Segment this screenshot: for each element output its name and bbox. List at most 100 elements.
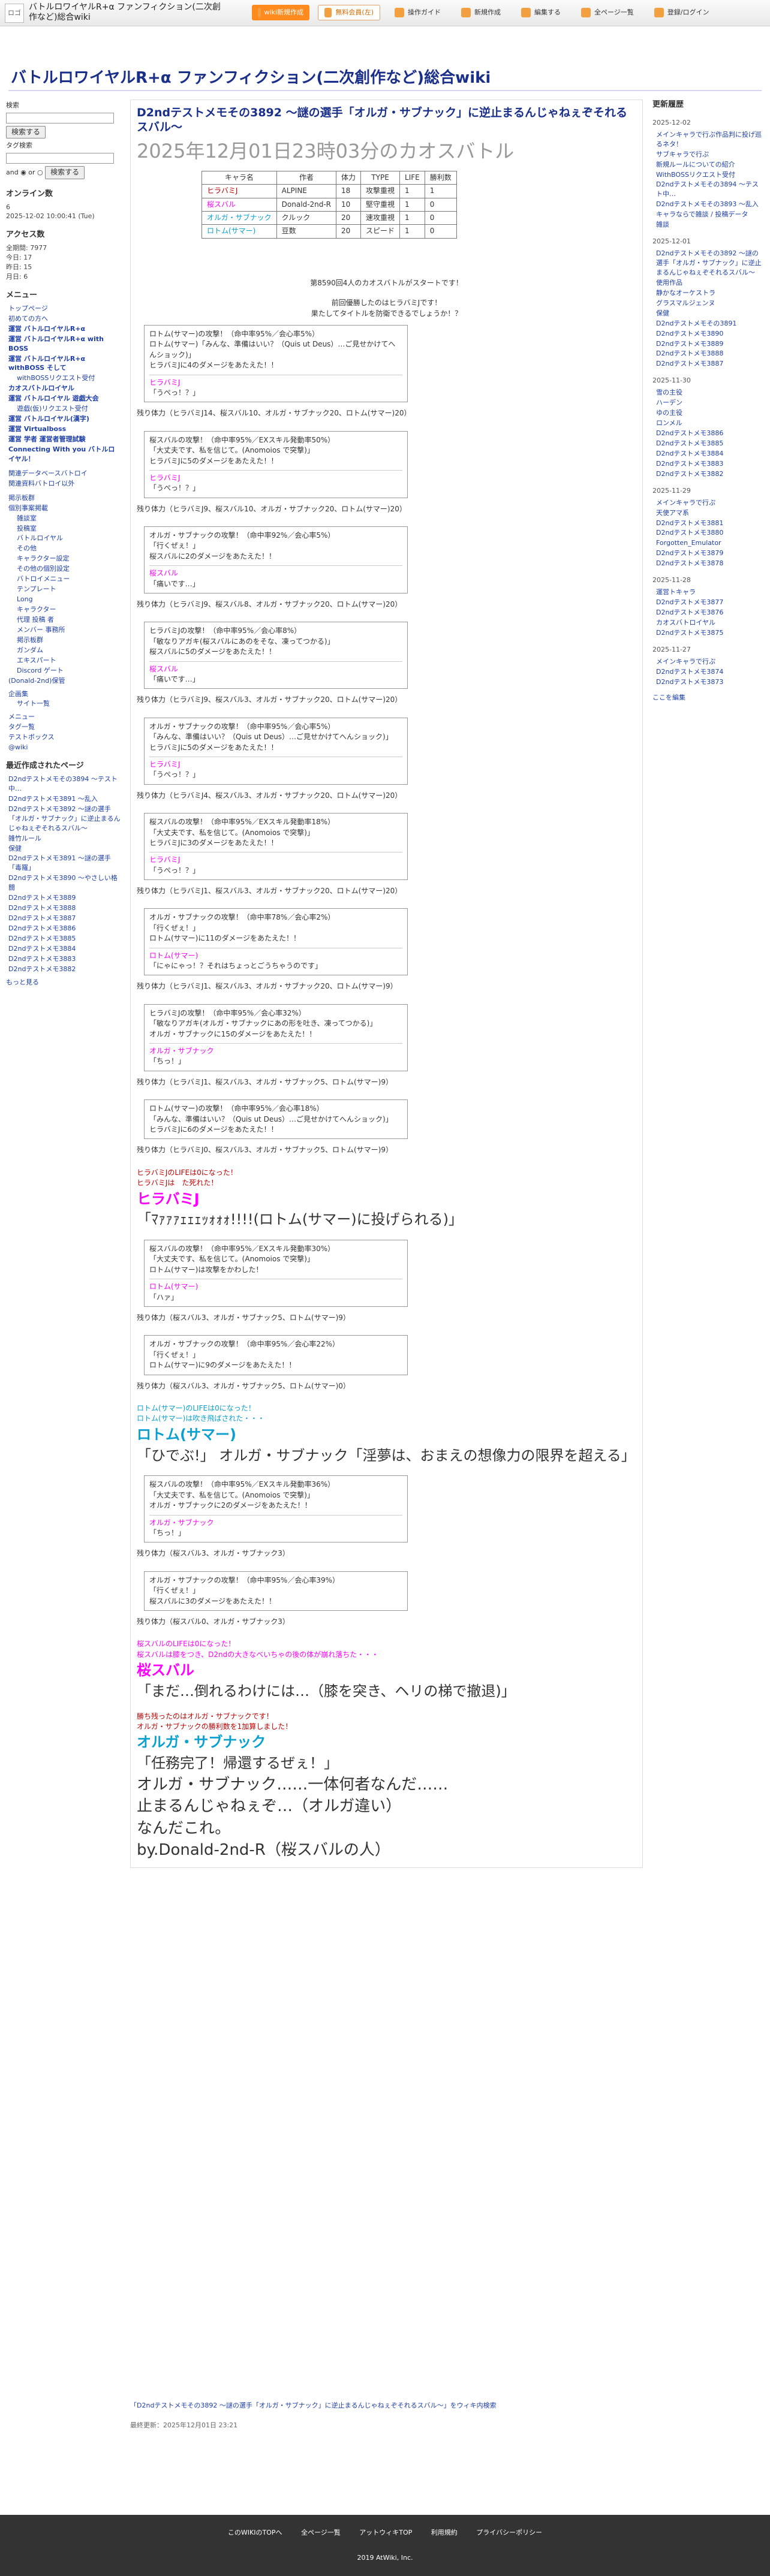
recent-item[interactable]: D2ndテストメモその3894 ～テスト中… bbox=[8, 775, 121, 794]
search-button[interactable]: 検索する bbox=[6, 125, 46, 139]
update-item[interactable]: 雑談 bbox=[656, 220, 762, 230]
footer-link[interactable]: 利用規約 bbox=[431, 2529, 458, 2536]
footer-link[interactable]: このWIKIのTOPへ bbox=[228, 2529, 282, 2536]
footer-link[interactable]: アットウィキTOP bbox=[359, 2529, 412, 2536]
recent-item[interactable]: D2ndテストメモ3887 bbox=[8, 914, 121, 923]
update-item[interactable]: ゆの主役 bbox=[656, 408, 762, 418]
update-item[interactable]: Forgotten_Emulator bbox=[656, 538, 762, 548]
tag-search-button[interactable]: 検索する bbox=[45, 166, 85, 179]
recent-item[interactable]: 保健 bbox=[8, 844, 121, 854]
footer-link[interactable]: 全ページ一覧 bbox=[301, 2529, 341, 2536]
others-item[interactable]: タグ一覧 bbox=[8, 722, 121, 732]
and-or-radio[interactable]: and ◉ or ○ bbox=[6, 168, 43, 176]
edit-here-link[interactable]: ここを編集 bbox=[652, 693, 762, 703]
menu-item[interactable]: Connecting With you バトルロイヤル！ bbox=[8, 445, 121, 464]
update-item[interactable]: 雪の主役 bbox=[656, 388, 762, 397]
more-link[interactable]: もっと見る bbox=[6, 978, 121, 987]
free-member-button[interactable]: 無料会員(左) bbox=[318, 5, 380, 20]
update-item[interactable]: 保健 bbox=[656, 309, 762, 318]
menu-item[interactable]: 運営 Virtualboss bbox=[8, 424, 121, 434]
recent-item[interactable]: D2ndテストメモ3891 ～乱入 bbox=[8, 794, 121, 804]
recent-item[interactable]: 雑竹ルール bbox=[8, 834, 121, 843]
menu-item[interactable]: 運営 バトルロイヤルR+α with BOSS bbox=[8, 335, 121, 354]
sub-menu-item[interactable]: メンバー 事務所 bbox=[17, 625, 121, 635]
sub-menu-item[interactable]: 掲示板群 bbox=[8, 493, 121, 503]
update-item[interactable]: ハーデン bbox=[656, 398, 762, 408]
update-item[interactable]: D2ndテストメモ3887 bbox=[656, 359, 762, 369]
recent-item[interactable]: D2ndテストメモ3892 ～謎の選手「オルガ・サブナック」に逆止まるんじゃねぇ… bbox=[8, 805, 121, 833]
update-item[interactable]: D2ndテストメモ3882 bbox=[656, 469, 762, 479]
update-item[interactable]: サブキャラで行ぷ bbox=[656, 150, 762, 159]
login-button[interactable]: 登録/ログイン bbox=[648, 5, 715, 20]
others-item[interactable]: メニュー bbox=[8, 712, 121, 722]
update-item[interactable]: D2ndテストメモ3874 bbox=[656, 667, 762, 677]
update-item[interactable]: D2ndテストメモ3881 bbox=[656, 519, 762, 528]
sub-menu-item[interactable]: 投稿室 bbox=[17, 524, 121, 534]
menu-item[interactable]: 運営 バトルロイヤル(漢字) bbox=[8, 414, 121, 424]
guide-button[interactable]: 操作ガイド bbox=[389, 5, 447, 20]
sub-menu-item[interactable]: その他の個別設定 bbox=[17, 564, 121, 574]
update-item[interactable]: メインキャラで行ぷ作品判に投げ巡るネタ！ bbox=[656, 130, 762, 149]
update-item[interactable]: WithBOSSリクエスト受付 bbox=[656, 170, 762, 180]
update-item[interactable]: D2ndテストメモ3889 bbox=[656, 339, 762, 349]
update-item[interactable]: D2ndテストメモ3877 bbox=[656, 598, 762, 607]
update-item[interactable]: 使用作品 bbox=[656, 278, 762, 288]
new-page-button[interactable]: 新規作成 bbox=[455, 5, 507, 20]
update-item[interactable]: 運営トキャラ bbox=[656, 587, 762, 597]
recent-item[interactable]: D2ndテストメモ3889 bbox=[8, 893, 121, 903]
update-item[interactable]: 静かなオーケストラ bbox=[656, 288, 762, 298]
sub-menu-item[interactable]: Long bbox=[17, 595, 121, 604]
update-item[interactable]: 天使アマ系 bbox=[656, 508, 762, 518]
recent-item[interactable]: D2ndテストメモ3890 ～やさしい格闘 bbox=[8, 873, 121, 893]
menu-item[interactable]: 遊戯(仮)リクエスト受付 bbox=[17, 404, 121, 414]
sub2-item[interactable]: 企画集 bbox=[8, 689, 121, 699]
update-item[interactable]: D2ndテストメモ3880 bbox=[656, 528, 762, 538]
recent-item[interactable]: D2ndテストメモ3882 bbox=[8, 965, 121, 974]
menu-item[interactable]: トップページ bbox=[8, 304, 121, 314]
recent-item[interactable]: D2ndテストメモ3888 bbox=[8, 903, 121, 913]
menu-item[interactable]: 初めての方へ bbox=[8, 314, 121, 324]
recent-item[interactable]: D2ndテストメモ3891 ～謎の選手「毒羅」 bbox=[8, 854, 121, 873]
sub2-item[interactable]: サイト一覧 bbox=[17, 699, 121, 709]
sub-menu-item[interactable]: 雑談室 bbox=[17, 514, 121, 523]
page-header-title[interactable]: バトルロワイヤルR+α ファンフィクション(二次創作など)総合wiki bbox=[11, 67, 491, 90]
update-item[interactable]: D2ndテストメモ3890 bbox=[656, 329, 762, 339]
all-pages-button[interactable]: 全ページ一覧 bbox=[575, 5, 640, 20]
tag-search-input[interactable] bbox=[6, 153, 114, 164]
search-input[interactable] bbox=[6, 112, 114, 123]
update-item[interactable]: ロンメル bbox=[656, 418, 762, 428]
update-item[interactable]: D2ndテストメモ3873 bbox=[656, 677, 762, 687]
update-item[interactable]: D2ndテストメモ3878 bbox=[656, 559, 762, 568]
sub-menu-item[interactable]: ガンダム bbox=[17, 646, 121, 655]
update-item[interactable]: D2ndテストメモ3876 bbox=[656, 608, 762, 617]
update-item[interactable]: キャラならで雑談 / 投稿データ bbox=[656, 210, 762, 219]
menu-item[interactable]: 運営 学者 運営者管理試験 bbox=[8, 435, 121, 444]
sub-menu-item[interactable]: キャラクター bbox=[17, 605, 121, 614]
update-item[interactable]: D2ndテストメモ3886 bbox=[656, 429, 762, 438]
sub-menu-item[interactable]: その他 bbox=[17, 544, 121, 553]
update-item[interactable]: D2ndテストメモ3883 bbox=[656, 459, 762, 469]
site-title[interactable]: バトルロワイヤルR+α ファンフィクション(二次創作など)総合wiki bbox=[29, 2, 227, 23]
sub-menu-item[interactable]: バトロイメニュー bbox=[17, 574, 121, 584]
update-item[interactable]: メインキャラで行ぷ bbox=[656, 498, 762, 508]
archive-item[interactable]: 関連資料バトロイ以外 bbox=[8, 479, 121, 489]
menu-item[interactable]: 運営 バトルロイヤル 遊戯大会 bbox=[8, 394, 121, 403]
sub-menu-item[interactable]: エキスパート bbox=[17, 656, 121, 665]
update-item[interactable]: D2ndテストメモ3888 bbox=[656, 349, 762, 358]
sub-menu-item[interactable]: 掲示板群 bbox=[17, 635, 121, 645]
footer-link[interactable]: プライバシーポリシー bbox=[476, 2529, 542, 2536]
menu-item[interactable]: 運営 バトルロイヤルR+α bbox=[8, 324, 121, 334]
menu-item[interactable]: カオスバトルロイヤル bbox=[8, 384, 121, 393]
sub-menu-item[interactable]: (Donald-2nd)保管 bbox=[8, 676, 121, 686]
update-item[interactable]: D2ndテストメモ3884 bbox=[656, 449, 762, 459]
sub-menu-item[interactable]: バトルロイヤル bbox=[17, 534, 121, 543]
edit-button[interactable]: 編集する bbox=[515, 5, 567, 20]
update-item[interactable]: カオスバトロイヤル bbox=[656, 618, 762, 628]
recent-item[interactable]: D2ndテストメモ3883 bbox=[8, 954, 121, 964]
menu-item[interactable]: 運営 バトルロイヤルR+α withBOSS そして bbox=[8, 354, 121, 373]
sub-menu-item[interactable]: テンプレート bbox=[17, 585, 121, 594]
sub-menu-item[interactable]: 個別事案掲載 bbox=[8, 504, 121, 513]
sub-menu-item[interactable]: キャラクター設定 bbox=[17, 554, 121, 564]
update-item[interactable]: D2ndテストメモその3892 ～謎の選手「オルガ・サブナック」に逆止まるんじゃ… bbox=[656, 249, 762, 278]
update-item[interactable]: 新規ルールについての紹介 bbox=[656, 160, 762, 170]
